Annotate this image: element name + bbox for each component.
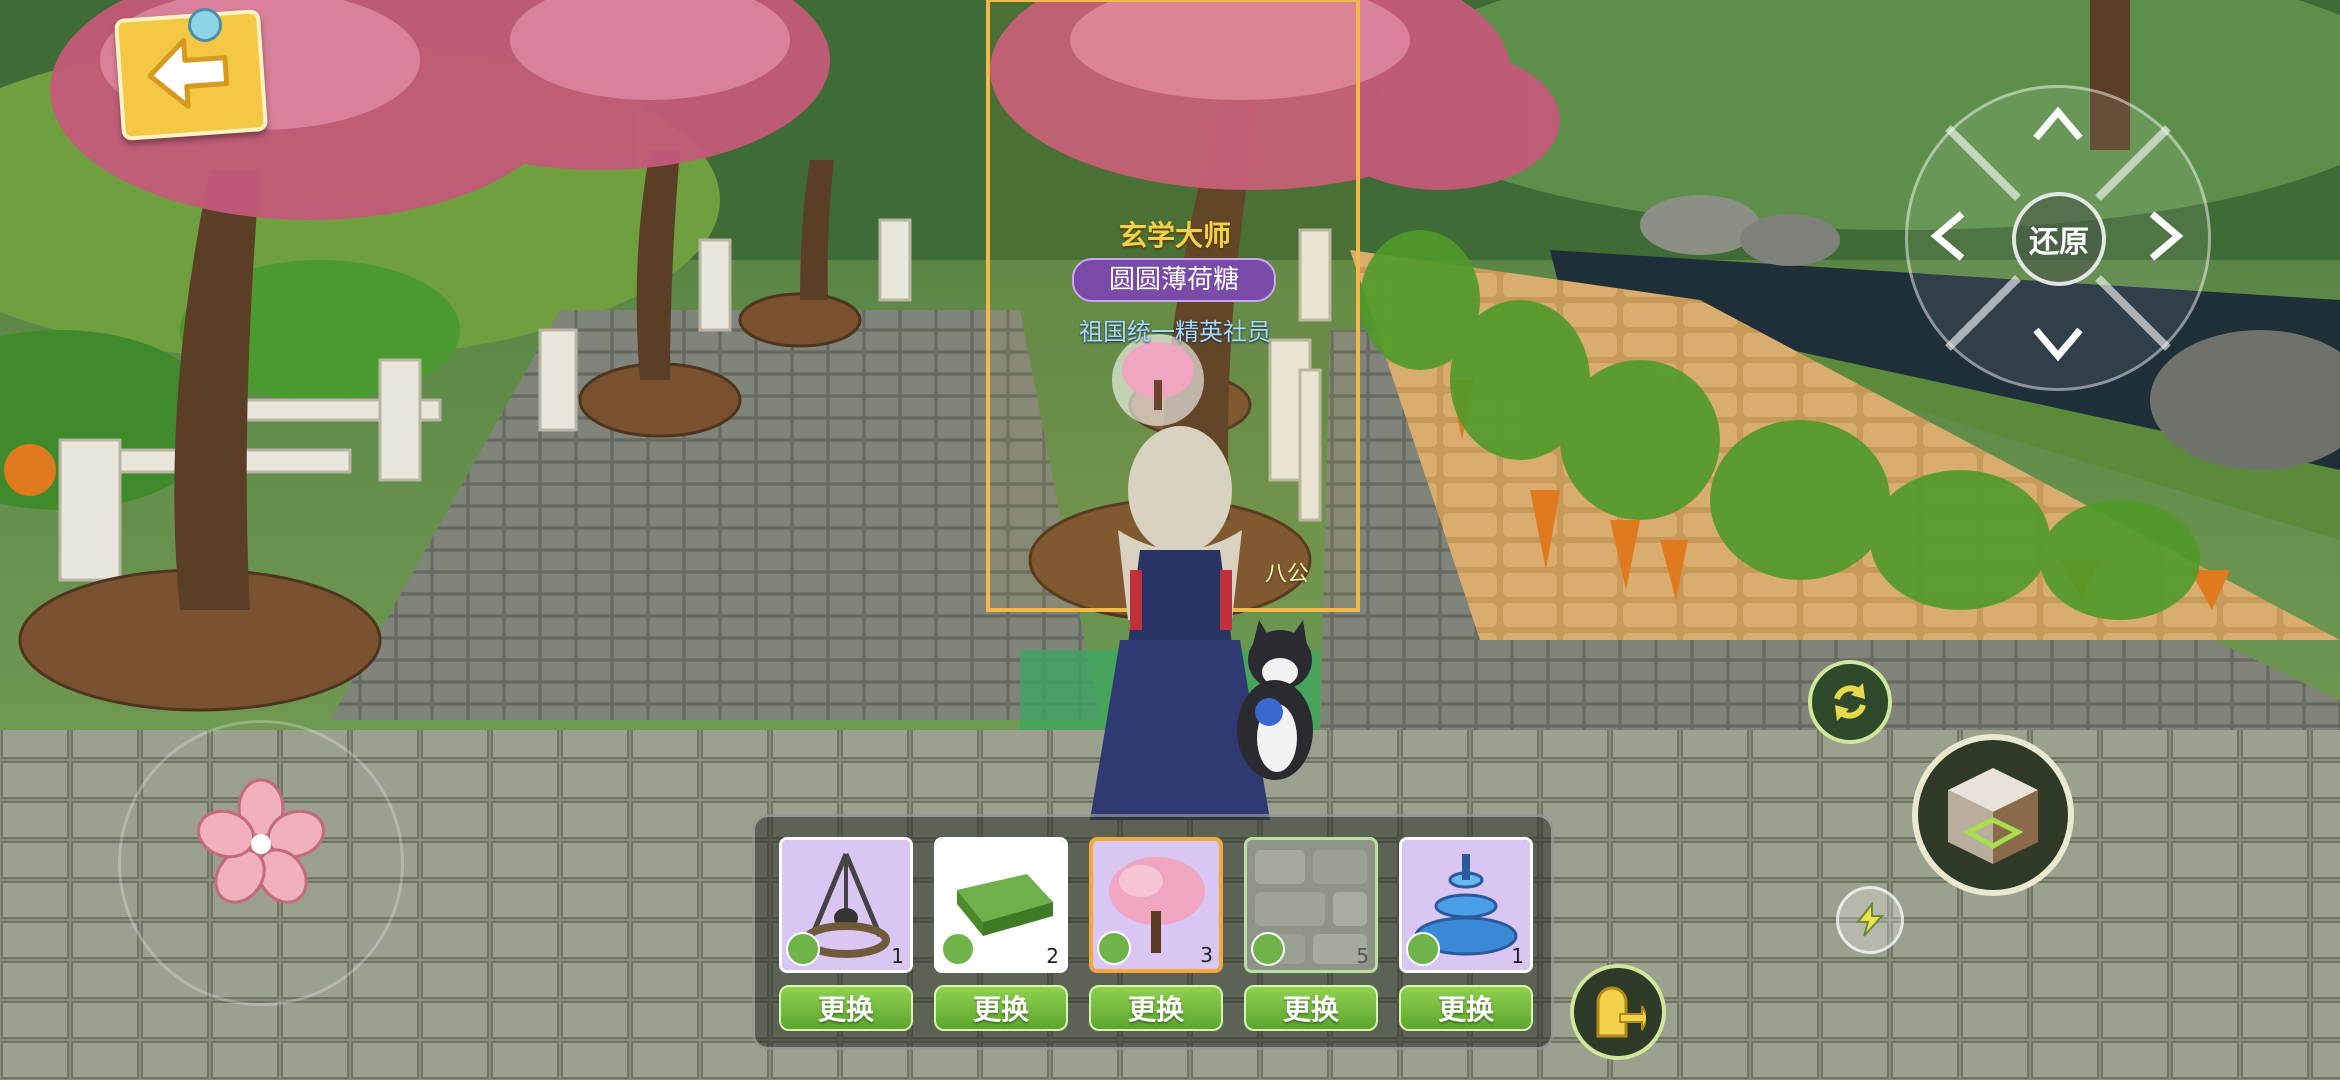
exit-build-button[interactable] [1570, 964, 1666, 1060]
rotate-button[interactable] [1808, 660, 1892, 744]
chevron-right-icon[interactable] [2134, 206, 2194, 266]
build-cube-icon [1948, 768, 2038, 864]
recycle-icon [1097, 931, 1131, 965]
swap-button-5[interactable]: 更换 [1399, 985, 1533, 1031]
item-slot-stone-floor[interactable]: 5 [1244, 837, 1378, 973]
swap-button-4[interactable]: 更换 [1244, 985, 1378, 1031]
item-slot-fire-pit[interactable]: 1 [779, 837, 913, 973]
exit-door-icon [1596, 986, 1646, 1038]
player-name-plate: 圆圆薄荷糖 [1072, 258, 1276, 302]
player-name: 圆圆薄荷糖 [1108, 265, 1239, 295]
camera-reset-button[interactable]: 还原 [2012, 192, 2106, 286]
player-title: 玄学大师 [1118, 219, 1231, 252]
movement-joystick[interactable] [118, 720, 404, 1006]
chevron-left-icon[interactable] [1922, 206, 1982, 266]
item-count: 5 [1356, 944, 1369, 968]
recycle-icon [941, 932, 975, 966]
cherry-blossom-icon [197, 778, 325, 904]
recycle-icon [1406, 932, 1440, 966]
player-guild: 祖国统一精英社员 [1079, 318, 1271, 346]
swap-button-1[interactable]: 更换 [779, 985, 913, 1031]
item-count: 3 [1200, 943, 1213, 967]
item-slot-fountain[interactable]: 1 [1399, 837, 1533, 973]
pin-icon [188, 8, 222, 42]
recycle-icon [1251, 932, 1285, 966]
quick-action-button[interactable] [1836, 886, 1904, 954]
pet-name: 八公 [1264, 562, 1309, 587]
item-count: 2 [1046, 944, 1059, 968]
chevron-up-icon[interactable] [2028, 98, 2088, 158]
swap-button-2[interactable]: 更换 [934, 985, 1068, 1031]
build-item-toolbar: 1 2 3 5 1 更换 更换 更换 更换 更换 [752, 814, 1554, 1050]
chevron-down-icon[interactable] [2028, 312, 2088, 372]
recycle-icon [786, 932, 820, 966]
build-mode-button[interactable] [1912, 734, 2074, 896]
item-count: 1 [1511, 944, 1524, 968]
back-arrow-icon [147, 37, 230, 109]
item-slot-grass-tile[interactable]: 2 [934, 837, 1068, 973]
item-count: 1 [891, 944, 904, 968]
swap-button-3[interactable]: 更换 [1089, 985, 1223, 1031]
item-slot-cherry-tree[interactable]: 3 [1089, 837, 1223, 973]
pet-dog[interactable] [1225, 620, 1335, 790]
lightning-icon [1855, 902, 1885, 937]
rotate-icon [1834, 683, 1866, 721]
